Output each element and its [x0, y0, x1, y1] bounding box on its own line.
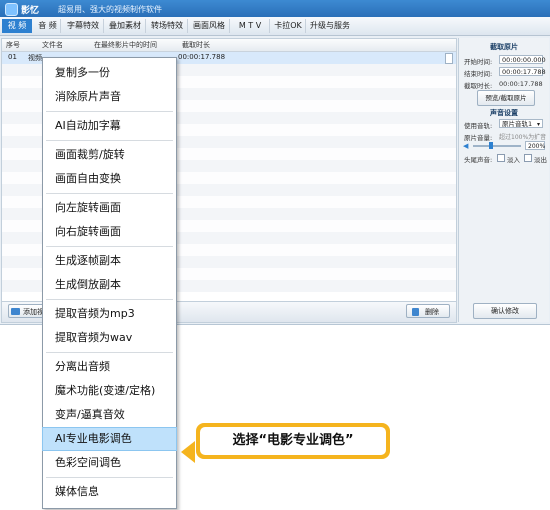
menu-separator	[46, 477, 173, 478]
menu-separator	[46, 352, 173, 353]
row-handle[interactable]	[445, 53, 453, 64]
menu-item-duplicate[interactable]: 复制多一份	[43, 62, 176, 84]
menu-item-reverse-copy[interactable]: 生成倒放副本	[43, 274, 176, 296]
delete-button[interactable]: 删除	[406, 304, 450, 318]
delete-label: 删除	[425, 308, 439, 316]
menu-item-ai-subtitles[interactable]: AI自动加字幕	[43, 115, 176, 137]
menu-item-mute-original[interactable]: 消除原片声音	[43, 86, 176, 108]
column-duration[interactable]: 截取时长	[182, 40, 210, 50]
tab-audio[interactable]: 音 频	[35, 19, 61, 33]
callout-pointer	[181, 441, 195, 463]
callout-text: 选择“电影专业调色”	[200, 427, 386, 455]
menu-item-free-transform[interactable]: 画面自由变换	[43, 168, 176, 190]
tab-karaoke[interactable]: 卡拉OK	[271, 19, 306, 33]
clip-length-label: 截取时长:	[464, 82, 493, 90]
volume-label: 原片音量:	[464, 134, 493, 142]
sound-section-title: 声音设置	[490, 109, 518, 117]
audio-track-value: 原片音轨1	[502, 120, 533, 128]
menu-separator	[46, 111, 173, 112]
audio-track-select[interactable]: 原片音轨1 ▾	[499, 119, 543, 128]
menu-separator	[46, 140, 173, 141]
menu-separator	[46, 246, 173, 247]
tab-video[interactable]: 视 频	[2, 19, 32, 33]
menu-item-frame-copy[interactable]: 生成逐帧副本	[43, 250, 176, 272]
add-video-button[interactable]: 添加视	[8, 304, 46, 318]
fade-out-checkbox[interactable]	[524, 154, 532, 162]
tab-transitions[interactable]: 转场特效	[147, 19, 188, 33]
title-bar: 影忆 超易用、强大的视频制作软件	[0, 0, 550, 17]
menu-item-color-space-grading[interactable]: 色彩空间调色	[43, 452, 176, 474]
column-index[interactable]: 序号	[6, 40, 20, 50]
volume-slider-thumb[interactable]	[489, 142, 493, 149]
menu-item-separate-audio[interactable]: 分离出音频	[43, 356, 176, 378]
tab-overlay[interactable]: 叠加素材	[105, 19, 146, 33]
row-duration: 00:00:17.788	[178, 53, 226, 61]
start-time-label: 开始时间:	[464, 58, 493, 66]
instruction-callout: 选择“电影专业调色”	[196, 423, 390, 459]
speaker-icon: ◀	[463, 142, 469, 150]
properties-panel: 截取原片 开始时间: 00:00:00.000 结束时间: 00:00:17.7…	[458, 38, 549, 322]
column-filename[interactable]: 文件名	[42, 40, 63, 50]
fade-out-label: 淡出	[534, 156, 547, 164]
row-index: 01	[8, 53, 17, 61]
fade-in-checkbox[interactable]	[497, 154, 505, 162]
clip-section-title: 截取原片	[490, 43, 518, 51]
tab-upgrade-service[interactable]: 升级与服务	[307, 19, 353, 33]
add-video-icon	[11, 308, 20, 315]
start-time-field[interactable]: 00:00:00.000	[499, 55, 546, 64]
main-tab-bar: 视 频 音 频 字幕特效 叠加素材 转场特效 画面风格 M T V 卡拉OK 升…	[0, 17, 550, 36]
fade-in-label: 淡入	[507, 156, 520, 164]
tab-subtitle-effects[interactable]: 字幕特效	[63, 19, 104, 33]
menu-item-ai-film-grading[interactable]: AI专业电影调色	[42, 427, 177, 451]
row-filename: 视频	[28, 54, 42, 62]
menu-item-magic-functions[interactable]: 魔术功能(变速/定格)	[43, 380, 176, 402]
app-name: 影忆	[21, 6, 40, 16]
end-time-label: 结束时间:	[464, 70, 493, 78]
menu-separator	[46, 193, 173, 194]
preview-clip-button[interactable]: 预览/截取原片	[477, 90, 535, 106]
end-time-field[interactable]: 00:00:17.788	[499, 67, 546, 76]
menu-item-rotate-right[interactable]: 向右旋转画面	[43, 221, 176, 243]
menu-separator	[46, 299, 173, 300]
menu-item-crop-rotate[interactable]: 画面裁剪/旋转	[43, 144, 176, 166]
context-menu: 复制多一份 消除原片声音 AI自动加字幕 画面裁剪/旋转 画面自由变换 向左旋转…	[42, 57, 177, 509]
confirm-button[interactable]: 确认修改	[473, 303, 537, 319]
menu-item-media-info[interactable]: 媒体信息	[43, 481, 176, 503]
menu-item-voice-effects[interactable]: 变声/逼真音效	[43, 404, 176, 426]
column-timeline[interactable]: 在最终影片中的时间	[94, 40, 157, 50]
add-video-label: 添加视	[23, 308, 44, 316]
app-logo-icon	[5, 3, 18, 16]
clip-length-value: 00:00:17.788	[499, 80, 543, 88]
menu-item-extract-mp3[interactable]: 提取音频为mp3	[43, 303, 176, 325]
fade-label: 头尾声音:	[464, 156, 493, 164]
volume-value-field[interactable]: 200%	[525, 141, 545, 150]
volume-slider-track[interactable]	[473, 145, 521, 147]
volume-hint: 超过100%为扩音	[499, 134, 547, 141]
menu-item-extract-wav[interactable]: 提取音频为wav	[43, 327, 176, 349]
menu-item-rotate-left[interactable]: 向左旋转画面	[43, 197, 176, 219]
audio-track-label: 使用音轨:	[464, 122, 493, 130]
chevron-down-icon: ▾	[536, 121, 540, 128]
tab-picture-style[interactable]: 画面风格	[189, 19, 230, 33]
tab-mtv[interactable]: M T V	[231, 19, 270, 33]
app-subtitle: 超易用、强大的视频制作软件	[58, 5, 162, 14]
trash-icon	[412, 308, 419, 316]
list-header: 序号 文件名 在最终影片中的时间 截取时长	[2, 39, 456, 52]
